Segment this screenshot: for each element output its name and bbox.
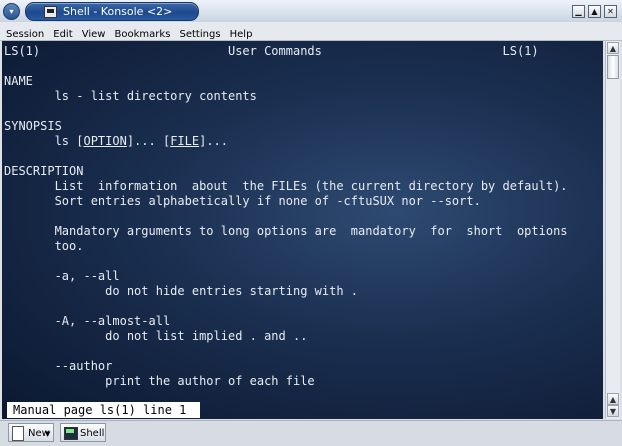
new-document-icon — [12, 426, 24, 441]
section-synopsis: SYNOPSIS — [4, 119, 62, 133]
name-text: ls - list directory contents — [4, 89, 257, 103]
synopsis-mid: ]... [ — [126, 134, 171, 148]
description-line-1: List information about the FILEs (the cu… — [4, 179, 568, 193]
title-bar[interactable]: ▾ Shell - Konsole <2> ▁ ▲ ✕ — [0, 0, 622, 23]
synopsis-pre: ls [ — [4, 134, 84, 148]
description-line-2: Sort entries alphabetically if none of -… — [4, 194, 481, 208]
menu-settings[interactable]: Settings — [180, 29, 221, 40]
description-line-4: too. — [4, 239, 84, 253]
menu-edit[interactable]: Edit — [53, 29, 72, 40]
option-author-desc: print the author of each file — [4, 374, 315, 388]
scroll-up-icon[interactable]: ▲ — [607, 42, 619, 54]
scroll-down-icon[interactable]: ▼ — [607, 405, 619, 417]
synopsis-text: ls [OPTION]... [FILE]... — [4, 134, 228, 149]
menu-session[interactable]: Session — [6, 29, 44, 40]
man-header: LS(1) User Commands LS(1) — [4, 44, 539, 58]
scroll-up-bottom-icon[interactable]: ▲ — [607, 393, 619, 405]
option-all: -a, --all — [4, 269, 120, 283]
minimize-icon[interactable]: ▁ — [572, 5, 585, 18]
option-author: --author — [4, 359, 113, 373]
menu-view[interactable]: View — [82, 29, 106, 40]
window-title-text: Shell - Konsole <2> — [63, 5, 173, 18]
session-tab-bar: New ▼ Shell — [0, 420, 622, 446]
option-almost-all: -A, --almost-all — [4, 314, 171, 328]
menu-help[interactable]: Help — [230, 29, 253, 40]
section-name: NAME — [4, 74, 33, 88]
window-title: Shell - Konsole <2> — [25, 2, 199, 21]
description-line-3: Mandatory arguments to long options are … — [4, 224, 568, 238]
synopsis-post: ]... — [199, 134, 229, 148]
maximize-icon[interactable]: ▲ — [588, 5, 601, 18]
chevron-down-icon[interactable]: ▼ — [45, 430, 50, 438]
synopsis-option: OPTION — [83, 134, 127, 148]
menu-bar: Session Edit View Bookmarks Settings Hel… — [0, 22, 622, 41]
close-icon[interactable]: ✕ — [604, 5, 617, 18]
section-description: DESCRIPTION — [4, 164, 84, 178]
option-almost-all-desc: do not list implied . and .. — [4, 329, 308, 343]
synopsis-file: FILE — [170, 134, 200, 148]
new-session-button[interactable]: New ▼ — [8, 423, 54, 442]
konsole-window: ▾ Shell - Konsole <2> ▁ ▲ ✕ Session Edit… — [0, 0, 622, 446]
menu-bookmarks[interactable]: Bookmarks — [115, 29, 171, 40]
tab-shell[interactable]: Shell — [60, 423, 106, 442]
window-menu-icon[interactable]: ▾ — [3, 3, 20, 20]
scrollbar-thumb[interactable] — [607, 55, 619, 79]
option-all-desc: do not hide entries starting with . — [4, 284, 359, 298]
pager-status-line: Manual page ls(1) line 1 — [7, 402, 200, 418]
tab-shell-label: Shell — [80, 428, 105, 439]
konsole-icon — [44, 6, 57, 18]
vertical-scrollbar[interactable]: ▲ ▲ ▼ — [605, 41, 620, 419]
terminal-icon — [64, 427, 78, 440]
terminal-area[interactable]: LS(1) User Commands LS(1) NAME ls - list… — [2, 41, 603, 419]
